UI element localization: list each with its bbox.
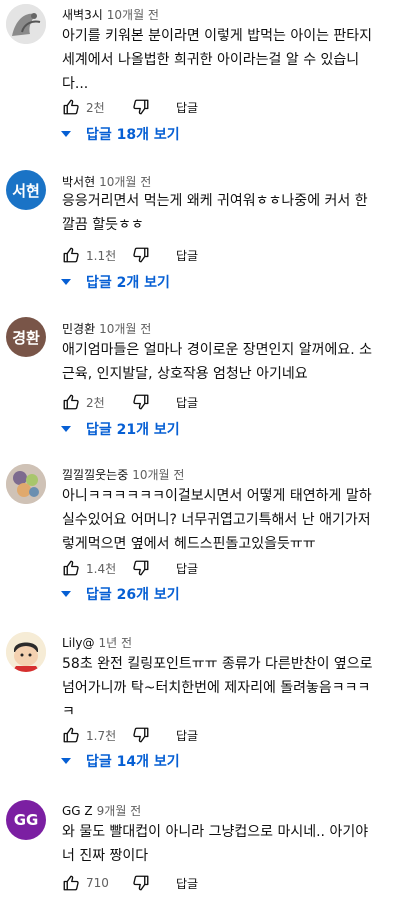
chevron-down-icon <box>61 279 71 285</box>
like-icon[interactable] <box>62 98 80 116</box>
like-count: 710 <box>86 876 109 890</box>
reply-button[interactable]: 답글 <box>176 99 198 116</box>
comment-author[interactable]: 박서현 <box>62 175 95 189</box>
comment-time[interactable]: 10개월 전 <box>99 175 151 189</box>
like-count: 1.1천 <box>86 248 117 263</box>
like-count: 2천 <box>86 100 105 115</box>
comment-actions: 710 답글 <box>62 871 198 895</box>
reply-button[interactable]: 답글 <box>176 875 198 892</box>
comment-actions: 1.7천 답글 <box>62 723 198 747</box>
view-replies-button[interactable]: 답글 21개 보기 <box>60 415 180 443</box>
comment-text: 아기를 키워본 분이라면 이렇게 밥먹는 아이는 판타지 세계에서 나올법한 희… <box>62 28 373 92</box>
reply-button[interactable]: 답글 <box>176 560 198 577</box>
reply-button[interactable]: 답글 <box>176 247 198 264</box>
like-icon[interactable] <box>62 726 80 744</box>
comment-author[interactable]: GG Z <box>62 804 93 818</box>
like-icon[interactable] <box>62 246 80 264</box>
avatar[interactable] <box>6 4 46 44</box>
comment-text: 58초 완전 킬링포인트ㅠㅠ 종류가 다른반찬이 옆으로 넘어가니까 탁~터치한… <box>62 656 373 720</box>
avatar-initials: 서현 <box>12 181 40 200</box>
avatar[interactable]: 경환 <box>6 317 46 357</box>
dislike-icon[interactable] <box>132 393 150 411</box>
comment-author[interactable]: Lily@ <box>62 636 94 650</box>
like-icon[interactable] <box>62 393 80 411</box>
comment-author[interactable]: 새벽3시 <box>62 8 103 22</box>
dislike-icon[interactable] <box>132 559 150 577</box>
chevron-down-icon <box>61 131 71 137</box>
view-replies-button[interactable]: 답글 2개 보기 <box>60 268 170 296</box>
comment-actions: 1.1천 답글 <box>62 243 198 267</box>
reply-button[interactable]: 답글 <box>176 727 198 744</box>
like-count: 1.7천 <box>86 728 117 743</box>
avatar[interactable] <box>6 632 46 672</box>
comment-text: 응응거리면서 먹는게 왜케 귀여워ㅎㅎ나중에 커서 한 깔끔 할듯ㅎㅎ <box>62 193 368 233</box>
comment-time[interactable]: 10개월 전 <box>107 8 159 22</box>
comment-actions: 2천 답글 <box>62 390 198 414</box>
comment-author[interactable]: 민경환 <box>62 322 95 336</box>
comment-time[interactable]: 9개월 전 <box>97 804 142 818</box>
view-replies-label: 답글 18개 보기 <box>86 127 180 143</box>
comment-actions: 2천 답글 <box>62 95 198 119</box>
dislike-icon[interactable] <box>132 98 150 116</box>
chevron-down-icon <box>61 426 71 432</box>
comment-text: 와 물도 빨대컵이 아니라 그냥컵으로 마시네.. 아기야 너 진짜 짱이다 <box>62 824 369 864</box>
like-count: 2천 <box>86 395 105 410</box>
view-replies-label: 답글 21개 보기 <box>86 422 180 438</box>
view-replies-button[interactable]: 답글 14개 보기 <box>60 747 180 775</box>
like-count: 1.4천 <box>86 561 117 576</box>
comment-time[interactable]: 10개월 전 <box>132 468 184 482</box>
view-replies-label: 답글 2개 보기 <box>86 275 170 291</box>
comment-time[interactable]: 1년 전 <box>98 636 132 650</box>
comment-text: 애기엄마들은 얼마나 경이로운 장면인지 알꺼에요. 소 근육, 인지발달, 상… <box>62 342 373 382</box>
view-replies-button[interactable]: 답글 26개 보기 <box>60 580 180 608</box>
view-replies-label: 답글 14개 보기 <box>86 754 180 770</box>
avatar-initials: 경환 <box>12 328 40 347</box>
like-icon[interactable] <box>62 559 80 577</box>
chevron-down-icon <box>61 758 71 764</box>
avatar-image-icon <box>6 632 46 672</box>
chevron-down-icon <box>61 591 71 597</box>
comment-actions: 1.4천 답글 <box>62 556 198 580</box>
comment-time[interactable]: 10개월 전 <box>99 322 151 336</box>
view-replies-button[interactable]: 답글 18개 보기 <box>60 120 180 148</box>
avatar[interactable]: 서현 <box>6 170 46 210</box>
dislike-icon[interactable] <box>132 246 150 264</box>
dislike-icon[interactable] <box>132 726 150 744</box>
avatar-initials: GG <box>13 811 39 829</box>
avatar-image-icon <box>6 464 46 504</box>
comment-author[interactable]: 낄낄낄웃는중 <box>62 468 128 482</box>
comment-text: 아니ㅋㅋㅋㅋㅋㅋ이걸보시면서 어떻게 태연하게 말하 실수있어요 어머니? 너무… <box>62 488 372 552</box>
avatar[interactable] <box>6 464 46 504</box>
avatar-image-icon <box>6 4 46 44</box>
reply-button[interactable]: 답글 <box>176 394 198 411</box>
like-icon[interactable] <box>62 874 80 892</box>
dislike-icon[interactable] <box>132 874 150 892</box>
avatar[interactable]: GG <box>6 800 46 840</box>
view-replies-label: 답글 26개 보기 <box>86 587 180 603</box>
